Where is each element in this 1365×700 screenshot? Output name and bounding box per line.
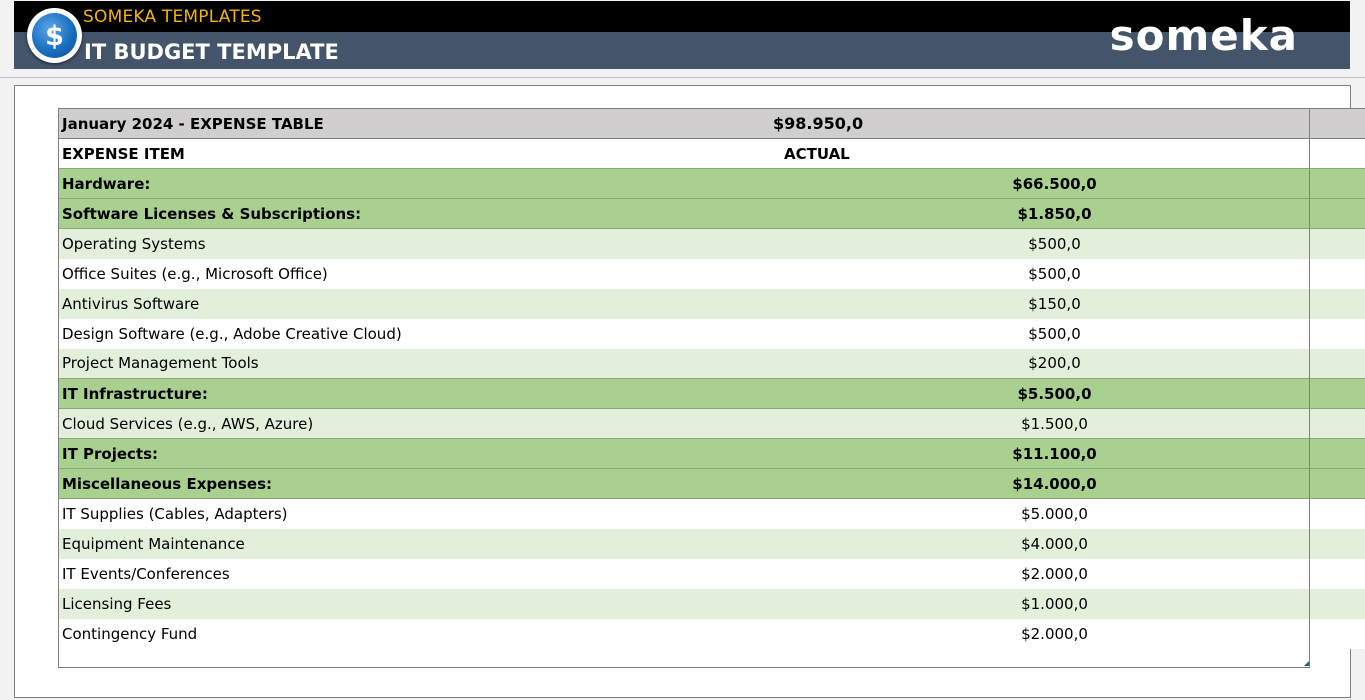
table-total: $98.950,0: [738, 108, 1365, 139]
expense-item-cell[interactable]: Equipment Maintenance: [58, 528, 738, 559]
dollar-coin-icon: $: [27, 8, 82, 63]
expense-item-cell[interactable]: IT Infrastructure:: [58, 378, 738, 409]
category-row[interactable]: IT Infrastructure: $5.500,0: [58, 378, 1365, 409]
table-row[interactable]: Equipment Maintenance $4.000,0: [58, 528, 1365, 559]
expense-table: January 2024 - EXPENSE TABLE $98.950,0 E…: [58, 108, 1365, 649]
expense-item-cell[interactable]: Design Software (e.g., Adobe Creative Cl…: [58, 318, 738, 349]
expense-item-cell[interactable]: Miscellaneous Expenses:: [58, 468, 738, 499]
table-title: January 2024 - EXPENSE TABLE: [58, 108, 738, 139]
actual-value-cell[interactable]: $2.000,0: [738, 618, 1365, 649]
table-row[interactable]: Office Suites (e.g., Microsoft Office) $5…: [58, 258, 1365, 289]
table-row[interactable]: Project Management Tools $200,0: [58, 348, 1365, 379]
someka-logo: someka: [1109, 11, 1298, 60]
expense-item-cell[interactable]: Office Suites (e.g., Microsoft Office): [58, 258, 738, 289]
category-row[interactable]: Hardware: $66.500,0: [58, 168, 1365, 199]
actual-value-cell[interactable]: $150,0: [738, 288, 1365, 319]
actual-value-cell[interactable]: $200,0: [738, 348, 1365, 379]
category-row[interactable]: IT Projects: $11.100,0: [58, 438, 1365, 469]
table-row[interactable]: Operating Systems $500,0: [58, 228, 1365, 259]
actual-value-cell[interactable]: $5.000,0: [738, 498, 1365, 529]
actual-value-cell[interactable]: $1.000,0: [738, 588, 1365, 619]
expense-item-cell[interactable]: Project Management Tools: [58, 348, 738, 379]
column-header-item: EXPENSE ITEM: [58, 138, 738, 169]
category-row[interactable]: Software Licenses & Subscriptions: $1.850…: [58, 198, 1365, 229]
actual-value-cell[interactable]: $11.100,0: [738, 438, 1365, 469]
table-row[interactable]: Cloud Services (e.g., AWS, Azure) $1.500,…: [58, 408, 1365, 439]
expense-item-cell[interactable]: IT Projects:: [58, 438, 738, 469]
table-row[interactable]: Design Software (e.g., Adobe Creative Cl…: [58, 318, 1365, 349]
table-row[interactable]: Antivirus Software $150,0: [58, 288, 1365, 319]
table-row[interactable]: IT Supplies (Cables, Adapters) $5.000,0: [58, 498, 1365, 529]
actual-value-cell[interactable]: $500,0: [738, 258, 1365, 289]
brand-label: SOMEKA TEMPLATES: [83, 7, 262, 27]
expense-item-cell[interactable]: Operating Systems: [58, 228, 738, 259]
actual-value-cell[interactable]: $1.850,0: [738, 198, 1365, 229]
actual-value-cell[interactable]: $66.500,0: [738, 168, 1365, 199]
table-header-row: EXPENSE ITEM ACTUAL: [58, 138, 1365, 169]
table-title-row: January 2024 - EXPENSE TABLE $98.950,0: [58, 108, 1365, 139]
expense-item-cell[interactable]: IT Events/Conferences: [58, 558, 738, 589]
expense-item-cell[interactable]: IT Supplies (Cables, Adapters): [58, 498, 738, 529]
actual-value-cell[interactable]: $500,0: [738, 318, 1365, 349]
table-row[interactable]: Licensing Fees $1.000,0: [58, 588, 1365, 619]
expense-item-cell[interactable]: Antivirus Software: [58, 288, 738, 319]
table-row[interactable]: Contingency Fund $2.000,0: [58, 618, 1365, 649]
expense-item-cell[interactable]: Software Licenses & Subscriptions:: [58, 198, 738, 229]
expense-item-cell[interactable]: Contingency Fund: [58, 618, 738, 649]
table-row[interactable]: IT Events/Conferences $2.000,0: [58, 558, 1365, 589]
app-header: SOMEKA TEMPLATES IT BUDGET TEMPLATE $ so…: [14, 1, 1350, 69]
actual-value-cell[interactable]: $5.500,0: [738, 378, 1365, 409]
expense-item-cell[interactable]: Cloud Services (e.g., AWS, Azure): [58, 408, 738, 439]
actual-value-cell[interactable]: $2.000,0: [738, 558, 1365, 589]
header-divider: [0, 77, 1365, 78]
actual-value-cell[interactable]: $4.000,0: [738, 528, 1365, 559]
svg-text:$: $: [45, 21, 64, 52]
spreadsheet-area: January 2024 - EXPENSE TABLE $98.950,0 E…: [14, 85, 1365, 698]
expense-item-cell[interactable]: Hardware:: [58, 168, 738, 199]
expense-item-cell[interactable]: Licensing Fees: [58, 588, 738, 619]
actual-value-cell[interactable]: $1.500,0: [738, 408, 1365, 439]
resize-handle-icon[interactable]: [1304, 661, 1309, 666]
actual-value-cell[interactable]: $500,0: [738, 228, 1365, 259]
actual-value-cell[interactable]: $14.000,0: [738, 468, 1365, 499]
page-title: IT BUDGET TEMPLATE: [84, 40, 339, 64]
category-row[interactable]: Miscellaneous Expenses: $14.000,0: [58, 468, 1365, 499]
column-header-actual: ACTUAL: [738, 138, 1365, 169]
